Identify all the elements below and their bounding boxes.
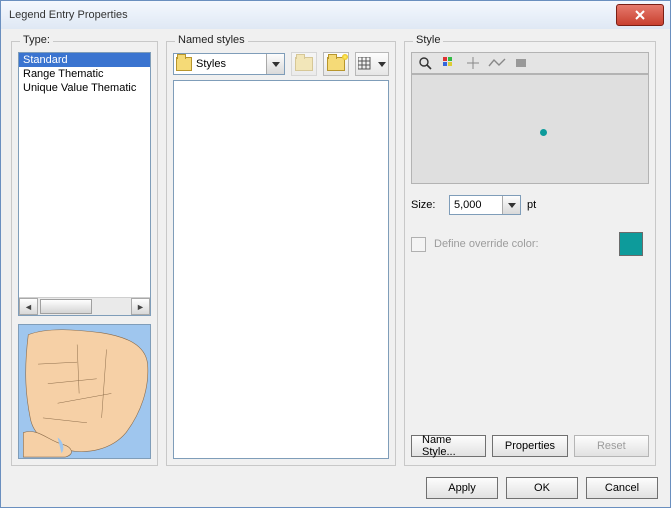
titlebar: Legend Entry Properties xyxy=(1,1,670,30)
type-item-range-thematic[interactable]: Range Thematic xyxy=(19,67,150,81)
square-fill-icon xyxy=(514,56,528,70)
scroll-thumb[interactable] xyxy=(40,299,92,314)
dialog-footer: Apply OK Cancel xyxy=(426,477,658,499)
named-styles-group: Named styles Styles xyxy=(166,41,396,466)
crosshair-icon xyxy=(466,56,480,70)
polyline-icon xyxy=(488,56,506,70)
type-group-label: Type: xyxy=(20,34,53,46)
apply-button[interactable]: Apply xyxy=(426,477,498,499)
map-preview-image xyxy=(19,325,150,458)
symbol-preview-marker xyxy=(540,129,547,136)
chevron-down-icon xyxy=(378,62,386,67)
folder-icon xyxy=(176,56,192,72)
chevron-down-icon xyxy=(502,196,520,214)
override-color-checkbox[interactable] xyxy=(411,237,426,252)
name-style-button[interactable]: Name Style... xyxy=(411,435,486,457)
styles-listview[interactable] xyxy=(173,80,389,459)
size-unit: pt xyxy=(527,199,536,211)
view-options-button[interactable] xyxy=(355,52,389,76)
grid-view-icon xyxy=(358,57,376,71)
window-title: Legend Entry Properties xyxy=(9,9,616,21)
cancel-button[interactable]: Cancel xyxy=(586,477,658,499)
type-item-standard[interactable]: Standard xyxy=(19,53,150,67)
override-color-label: Define override color: xyxy=(434,238,539,250)
palette-tool-button[interactable] xyxy=(440,54,458,72)
size-combo[interactable]: 5,000 xyxy=(449,195,521,215)
new-folder-button[interactable] xyxy=(323,52,349,76)
style-group-label: Style xyxy=(413,34,443,46)
style-preview-toolbar xyxy=(411,52,649,74)
override-color-row: Define override color: xyxy=(411,232,649,256)
type-group: Type: Standard Range Thematic Unique Val… xyxy=(11,41,158,466)
style-button-row: Name Style... Properties Reset xyxy=(411,435,649,459)
map-preview xyxy=(18,324,151,459)
open-folder-button xyxy=(291,52,317,76)
styles-combo[interactable]: Styles xyxy=(173,53,285,75)
style-preview-canvas xyxy=(411,74,649,184)
line-tool-button[interactable] xyxy=(488,54,506,72)
close-icon xyxy=(634,10,646,20)
close-button[interactable] xyxy=(616,4,664,26)
size-label: Size: xyxy=(411,199,443,211)
styles-combo-value: Styles xyxy=(196,58,266,70)
magnifier-icon xyxy=(418,56,432,70)
named-styles-group-label: Named styles xyxy=(175,34,248,46)
zoom-tool-button[interactable] xyxy=(416,54,434,72)
dialog-window: Legend Entry Properties Type: Standard R… xyxy=(0,0,671,508)
size-row: Size: 5,000 pt xyxy=(411,194,649,216)
client-area: Type: Standard Range Thematic Unique Val… xyxy=(1,29,670,507)
ok-button[interactable]: OK xyxy=(506,477,578,499)
named-styles-toolbar: Styles xyxy=(173,52,389,76)
reset-button: Reset xyxy=(574,435,649,457)
style-group: Style xyxy=(404,41,656,466)
crosshair-tool-button[interactable] xyxy=(464,54,482,72)
scroll-left-arrow-icon[interactable]: ◄ xyxy=(19,298,38,315)
scroll-track[interactable] xyxy=(38,299,131,314)
scroll-right-arrow-icon[interactable]: ► xyxy=(131,298,150,315)
type-list-hscrollbar[interactable]: ◄ ► xyxy=(19,297,150,315)
folder-new-icon xyxy=(327,57,345,71)
properties-button[interactable]: Properties xyxy=(492,435,567,457)
chevron-down-icon xyxy=(266,54,284,74)
size-value: 5,000 xyxy=(450,199,502,211)
color-grid-icon xyxy=(442,56,456,70)
folder-open-icon xyxy=(295,57,313,71)
fill-tool-button[interactable] xyxy=(512,54,530,72)
type-item-unique-value-thematic[interactable]: Unique Value Thematic xyxy=(19,81,150,95)
override-color-swatch[interactable] xyxy=(619,232,643,256)
type-listbox[interactable]: Standard Range Thematic Unique Value The… xyxy=(18,52,151,316)
